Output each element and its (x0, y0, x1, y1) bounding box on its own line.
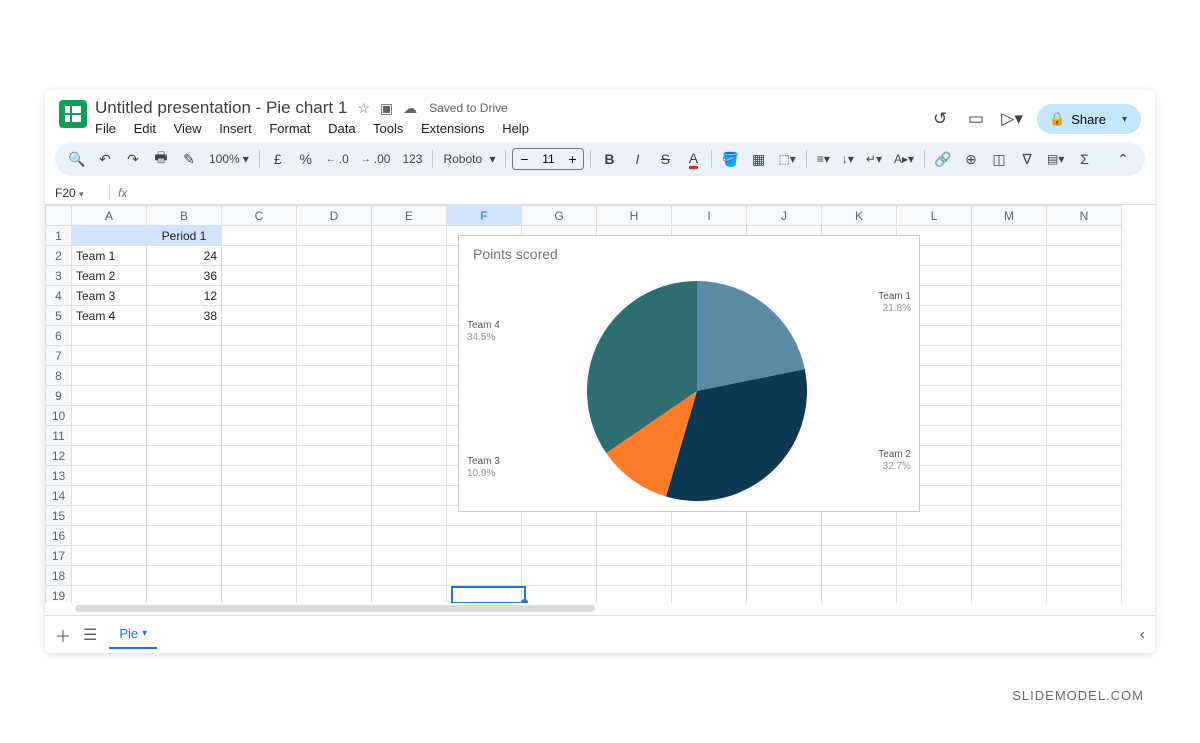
increase-decimals-button[interactable]: →.00 (357, 146, 395, 172)
separator (505, 150, 506, 168)
insert-comment-button[interactable]: ⊕ (959, 146, 983, 172)
move-folder-icon[interactable]: ▣ (380, 100, 393, 117)
separator (924, 150, 925, 168)
fx-icon: fx (109, 186, 135, 200)
separator (711, 150, 712, 168)
fill-color-button[interactable]: 🪣 (718, 146, 742, 172)
font-size-increase[interactable]: + (561, 151, 583, 167)
watermark: SLIDEMODEL.COM (1012, 688, 1144, 703)
currency-button[interactable]: £ (266, 146, 290, 172)
undo-icon[interactable]: ↶ (93, 146, 117, 172)
text-wrap-button[interactable]: ↵▾ (862, 146, 886, 172)
titlebar: Untitled presentation - Pie chart 1 ☆ ▣ … (45, 90, 1155, 136)
font-size-value[interactable]: 11 (535, 152, 561, 166)
separator (432, 150, 433, 168)
bold-button[interactable]: B (597, 146, 621, 172)
percent-button[interactable]: % (294, 146, 318, 172)
paint-format-icon[interactable]: ✎ (177, 146, 201, 172)
horizontal-align-button[interactable]: ≡▾ (813, 146, 834, 172)
insert-chart-button[interactable]: ◫ (987, 146, 1011, 172)
pie-label-team4: Team 434.5% (467, 320, 500, 344)
header-right-actions: ↺ ▭ ▷▾ 🔒 Share ▾ (929, 98, 1141, 134)
search-menu-icon[interactable]: 🔍 (65, 146, 89, 172)
font-size-control: − 11 + (512, 148, 584, 170)
pie-label-team2: Team 232.7% (878, 449, 911, 473)
menu-data[interactable]: Data (328, 121, 355, 136)
italic-button[interactable]: I (625, 146, 649, 172)
filter-button[interactable]: ∇ (1015, 146, 1039, 172)
name-box[interactable]: F20 ▾ (49, 184, 109, 202)
print-icon[interactable]: 🖶 (149, 146, 173, 172)
chevron-down-icon[interactable]: ▾ (142, 628, 147, 639)
star-icon[interactable]: ☆ (357, 100, 370, 117)
saved-status: Saved to Drive (429, 101, 508, 115)
menu-extensions[interactable]: Extensions (421, 121, 485, 136)
pie-label-team3: Team 310.9% (467, 456, 500, 480)
chevron-down-icon[interactable]: ▾ (1122, 114, 1127, 125)
app-window: Untitled presentation - Pie chart 1 ☆ ▣ … (45, 90, 1155, 653)
separator (806, 150, 807, 168)
sheets-app-icon[interactable] (59, 100, 87, 128)
menu-edit[interactable]: Edit (134, 121, 156, 136)
chevron-down-icon: ▾ (243, 152, 249, 166)
chevron-down-icon: ▾ (489, 152, 495, 166)
decrease-decimals-button[interactable]: ←.0 (322, 146, 353, 172)
insert-link-button[interactable]: 🔗 (931, 146, 955, 172)
formula-bar: F20 ▾ fx (45, 182, 1155, 205)
chart-title: Points scored (459, 236, 919, 272)
version-history-icon[interactable]: ↺ (929, 108, 951, 130)
zoom-dropdown[interactable]: 100% ▾ (205, 146, 253, 172)
functions-button[interactable]: Σ (1072, 146, 1096, 172)
text-rotate-button[interactable]: A▸▾ (890, 146, 918, 172)
meet-icon[interactable]: ▷▾ (1001, 108, 1023, 130)
menu-help[interactable]: Help (502, 121, 529, 136)
collapse-toolbar-button[interactable]: ⌃ (1111, 146, 1135, 172)
more-formats-button[interactable]: 123 (398, 146, 426, 172)
share-button[interactable]: 🔒 Share ▾ (1037, 104, 1141, 134)
menubar: File Edit View Insert Format Data Tools … (95, 121, 921, 136)
pie-chart (582, 276, 812, 506)
borders-button[interactable]: ▦ (746, 146, 770, 172)
vertical-align-button[interactable]: ↓▾ (838, 146, 858, 172)
add-sheet-button[interactable]: ＋ (55, 623, 71, 647)
document-title[interactable]: Untitled presentation - Pie chart 1 (95, 98, 347, 118)
strikethrough-button[interactable]: S (653, 146, 677, 172)
redo-icon[interactable]: ↷ (121, 146, 145, 172)
filter-views-button[interactable]: ▤▾ (1043, 146, 1068, 172)
sheet-area: ABCDEFGHIJKLMN1Period 12Team 1243Team 23… (45, 205, 1155, 603)
sheet-tab-active[interactable]: Pie ▾ (109, 620, 157, 649)
cloud-saved-icon: ☁ (403, 100, 417, 117)
menu-tools[interactable]: Tools (373, 121, 403, 136)
sheet-tabs: ＋ ☰ Pie ▾ ‹ (45, 615, 1155, 653)
lock-icon: 🔒 (1049, 111, 1065, 127)
explore-collapse-icon[interactable]: ‹ (1140, 626, 1145, 644)
font-family-dropdown[interactable]: Roboto ▾ (439, 146, 499, 172)
separator (590, 150, 591, 168)
menu-view[interactable]: View (174, 121, 202, 136)
share-label: Share (1071, 112, 1106, 127)
all-sheets-button[interactable]: ☰ (83, 625, 97, 645)
toolbar: 🔍 ↶ ↷ 🖶 ✎ 100% ▾ £ % ←.0 →.00 123 Roboto… (55, 142, 1145, 176)
pie-label-team1: Team 121.8% (878, 291, 911, 315)
title-area: Untitled presentation - Pie chart 1 ☆ ▣ … (95, 98, 921, 136)
text-color-button[interactable]: A (681, 146, 705, 172)
menu-file[interactable]: File (95, 121, 116, 136)
separator (259, 150, 260, 168)
menu-format[interactable]: Format (269, 121, 310, 136)
horizontal-scrollbar[interactable] (45, 603, 1155, 615)
merge-cells-button[interactable]: ⬚▾ (774, 146, 799, 172)
sheet-tab-label: Pie (119, 626, 138, 641)
embedded-chart[interactable]: Points scored Team 121.8% Team 232.7% Te… (458, 235, 920, 512)
comments-icon[interactable]: ▭ (965, 108, 987, 130)
font-size-decrease[interactable]: − (513, 151, 535, 167)
menu-insert[interactable]: Insert (219, 121, 252, 136)
